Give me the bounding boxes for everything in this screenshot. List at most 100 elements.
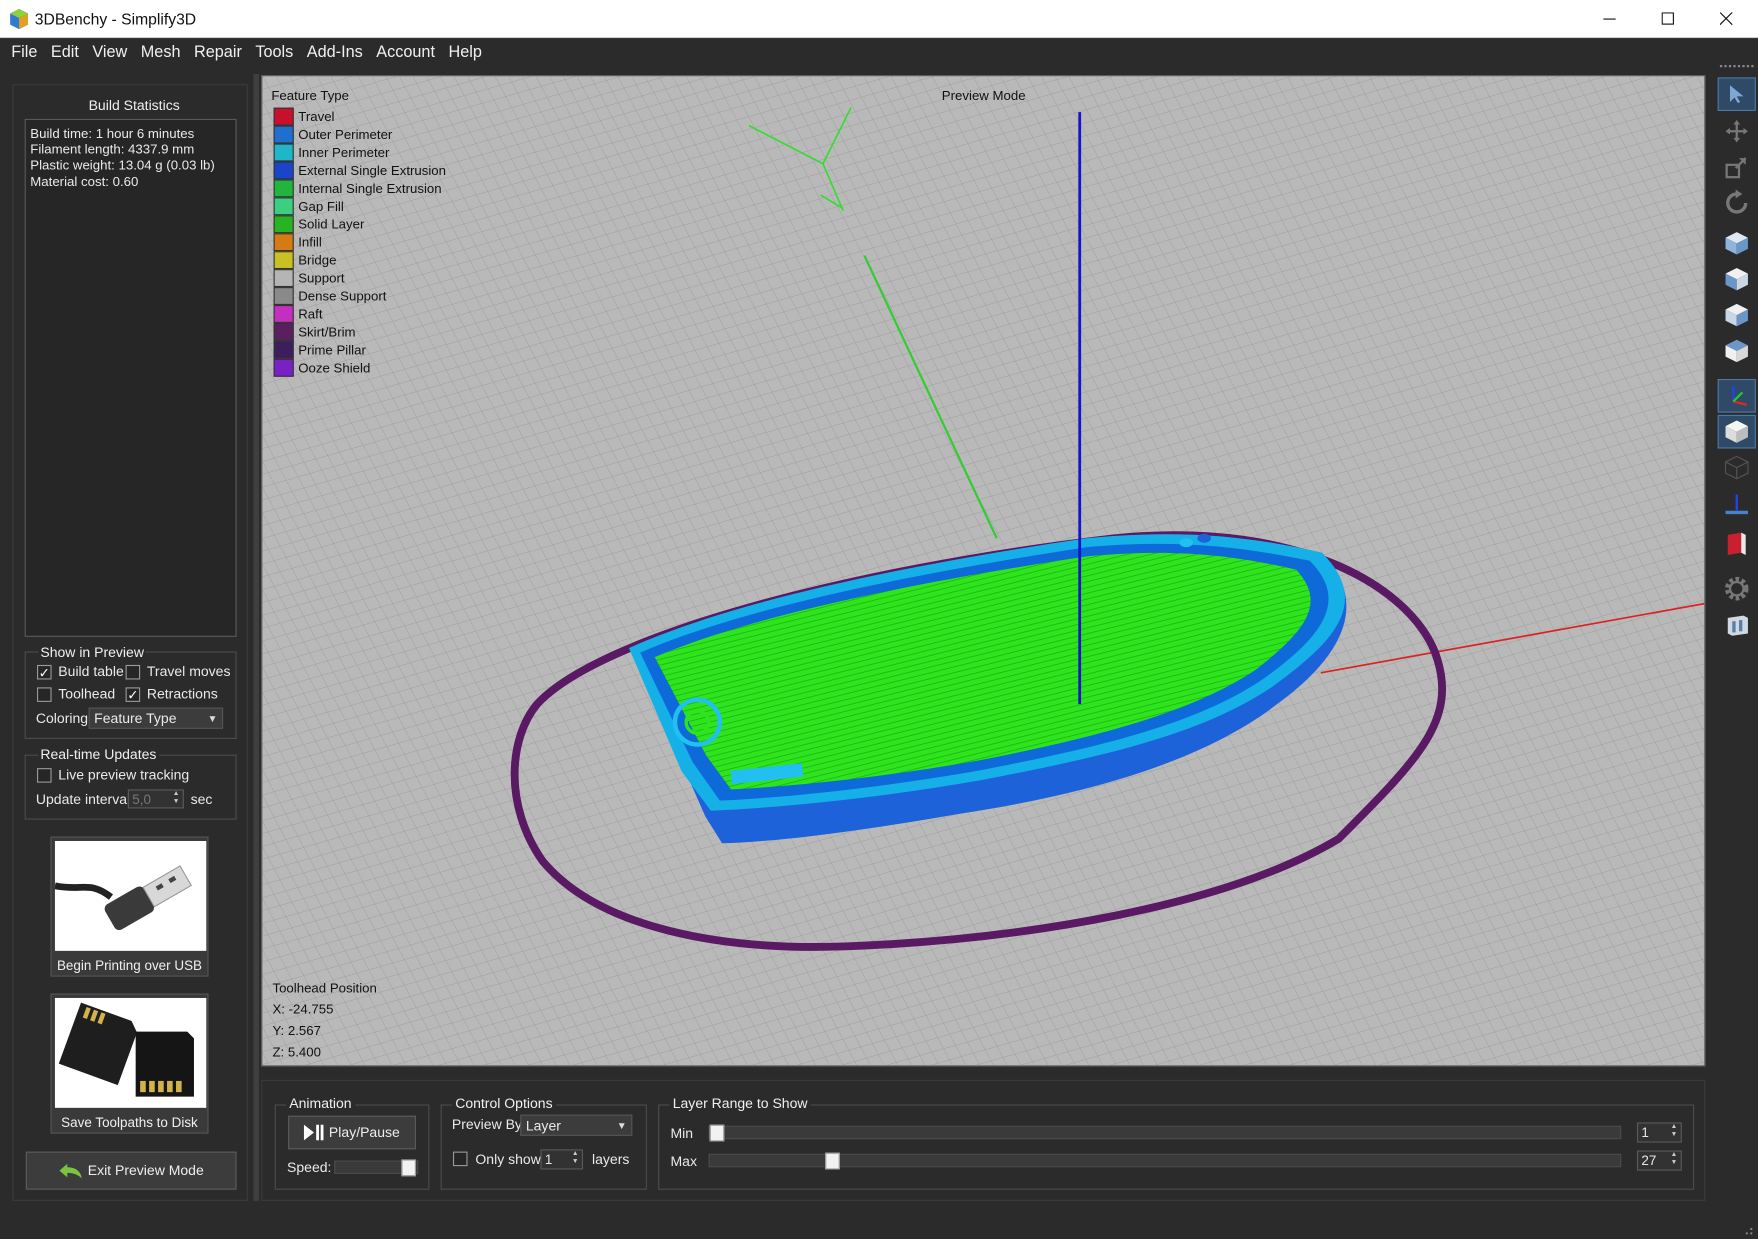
toolhead-position-title: Toolhead Position xyxy=(272,980,377,996)
move-tool-button[interactable] xyxy=(1718,114,1756,148)
play-pause-button[interactable]: Play/Pause xyxy=(288,1115,416,1150)
stat-filament-length: Filament length: 4337.9 mm xyxy=(30,141,195,158)
legend-swatch xyxy=(273,340,294,359)
realtime-updates-group xyxy=(24,754,237,820)
legend-swatch xyxy=(273,269,294,288)
maximize-button[interactable] xyxy=(1639,0,1697,38)
left-panel: Build Statistics Build time: 1 hour 6 mi… xyxy=(12,84,248,1201)
legend-item: Support xyxy=(273,269,345,288)
min-layer-thumb[interactable] xyxy=(709,1124,725,1142)
preview-by-label: Preview By xyxy=(451,1116,522,1133)
simplify3d-logo-icon xyxy=(10,8,29,30)
spinner-arrows-icon: ▲ ▼ xyxy=(1670,1123,1678,1139)
sd-button-label: Save Toolpaths to Disk xyxy=(61,1114,198,1131)
update-interval-label: Update interval xyxy=(35,791,131,808)
speed-slider-thumb[interactable] xyxy=(401,1159,416,1177)
close-button[interactable] xyxy=(1697,0,1755,38)
wireframe-view-button[interactable] xyxy=(1718,451,1756,485)
build-table-checkbox[interactable]: ✓ xyxy=(36,664,52,680)
view-front-button[interactable] xyxy=(1718,262,1756,296)
toolhead-checkbox[interactable] xyxy=(36,687,52,702)
close-icon xyxy=(1719,12,1733,26)
legend-swatch xyxy=(273,304,294,323)
rotate-tool-button[interactable] xyxy=(1718,186,1756,220)
menu-tools[interactable]: Tools xyxy=(249,44,300,62)
cube-front-icon xyxy=(1725,267,1748,291)
max-layer-slider[interactable] xyxy=(708,1152,1622,1170)
show-axes-button[interactable] xyxy=(1717,378,1756,413)
max-layer-input[interactable]: 27 ▲ ▼ xyxy=(1636,1150,1682,1171)
minimize-icon xyxy=(1603,18,1616,20)
coloring-select[interactable]: Feature Type ▼ xyxy=(88,707,224,729)
min-layer-input[interactable]: 1 ▲ ▼ xyxy=(1636,1122,1682,1143)
only-show-value: 1 xyxy=(544,1151,553,1168)
begin-printing-usb-button[interactable]: Begin Printing over USB xyxy=(50,836,209,977)
update-interval-input[interactable]: 5,0 ▲ ▼ xyxy=(127,789,184,809)
resize-grip-icon[interactable] xyxy=(1742,1224,1753,1235)
sd-card-icon xyxy=(58,1002,194,1097)
legend-item: Inner Perimeter xyxy=(273,143,389,162)
min-layer-slider[interactable] xyxy=(708,1124,1622,1142)
toolbar-grip xyxy=(1719,65,1754,68)
play-pause-icon xyxy=(304,1124,324,1141)
legend-swatch xyxy=(273,197,294,216)
scale-tool-button[interactable] xyxy=(1718,150,1756,184)
back-arrow-icon xyxy=(59,1163,83,1179)
menu-mesh[interactable]: Mesh xyxy=(134,44,187,62)
speed-slider[interactable] xyxy=(334,1159,419,1177)
cube-solid-icon xyxy=(1725,420,1748,443)
menu-add-ins[interactable]: Add-Ins xyxy=(300,44,369,62)
legend-title: Feature Type xyxy=(271,87,350,104)
move-arrows-icon xyxy=(1725,119,1748,143)
legend-swatch xyxy=(273,179,294,198)
settings-button[interactable] xyxy=(1718,572,1756,606)
menu-view[interactable]: View xyxy=(86,44,134,62)
max-layer-thumb[interactable] xyxy=(825,1152,840,1170)
only-show-checkbox[interactable] xyxy=(452,1151,468,1167)
menu-file[interactable]: File xyxy=(4,44,44,62)
section-view-button[interactable] xyxy=(1718,489,1756,523)
status-bar xyxy=(0,1208,1758,1239)
exit-preview-mode-button[interactable]: Exit Preview Mode xyxy=(25,1151,237,1190)
usb-cable-icon xyxy=(54,865,193,931)
view-iso-button[interactable] xyxy=(1718,227,1756,261)
retractions-checkbox[interactable]: ✓ xyxy=(125,687,141,702)
layer-range-title: Layer Range to Show xyxy=(669,1095,811,1112)
model-info-button[interactable] xyxy=(1718,527,1756,561)
spinner-arrows-icon: ▲ ▼ xyxy=(172,790,180,806)
view-top-button[interactable] xyxy=(1718,334,1756,368)
live-preview-label: Live preview tracking xyxy=(58,766,190,783)
panel-splitter[interactable] xyxy=(253,74,259,1201)
layers-label: layers xyxy=(591,1151,630,1168)
usb-button-label: Begin Printing over USB xyxy=(56,957,203,974)
legend-item: Dense Support xyxy=(273,287,386,305)
only-show-input[interactable]: 1 ▲ ▼ xyxy=(540,1149,584,1170)
save-toolpaths-button[interactable]: Save Toolpaths to Disk xyxy=(50,993,209,1134)
speed-label: Speed: xyxy=(287,1159,332,1176)
view-side-button[interactable] xyxy=(1718,298,1756,332)
menu-bar: File Edit View Mesh Repair Tools Add-Ins… xyxy=(0,38,1716,68)
select-tool-button[interactable] xyxy=(1717,77,1756,112)
legend-item: Internal Single Extrusion xyxy=(273,179,442,198)
3d-preview-viewport[interactable]: Feature Type Preview Mode Travel Outer P… xyxy=(261,75,1706,1067)
menu-account[interactable]: Account xyxy=(370,44,442,62)
scale-icon xyxy=(1725,157,1747,179)
stat-plastic-weight: Plastic weight: 13.04 g (0.03 lb) xyxy=(30,157,215,174)
live-preview-checkbox[interactable] xyxy=(36,768,52,783)
solid-view-button[interactable] xyxy=(1717,414,1756,449)
right-toolbar xyxy=(1715,38,1758,1239)
travel-moves-checkbox[interactable] xyxy=(125,664,141,680)
menu-repair[interactable]: Repair xyxy=(187,44,248,62)
stat-build-time: Build time: 1 hour 6 minutes xyxy=(30,125,195,142)
chevron-down-icon: ▼ xyxy=(207,713,218,725)
menu-help[interactable]: Help xyxy=(442,44,489,62)
build-table-scene xyxy=(262,76,1705,1066)
preview-mode-label: Preview Mode xyxy=(941,87,1026,104)
machine-control-button[interactable] xyxy=(1718,608,1756,642)
preview-by-select[interactable]: Layer ▼ xyxy=(520,1114,633,1136)
minimize-button[interactable] xyxy=(1581,0,1639,38)
legend-item: Travel xyxy=(273,107,335,126)
max-label: Max xyxy=(670,1153,697,1170)
toolhead-label: Toolhead xyxy=(58,686,116,702)
menu-edit[interactable]: Edit xyxy=(44,44,85,62)
